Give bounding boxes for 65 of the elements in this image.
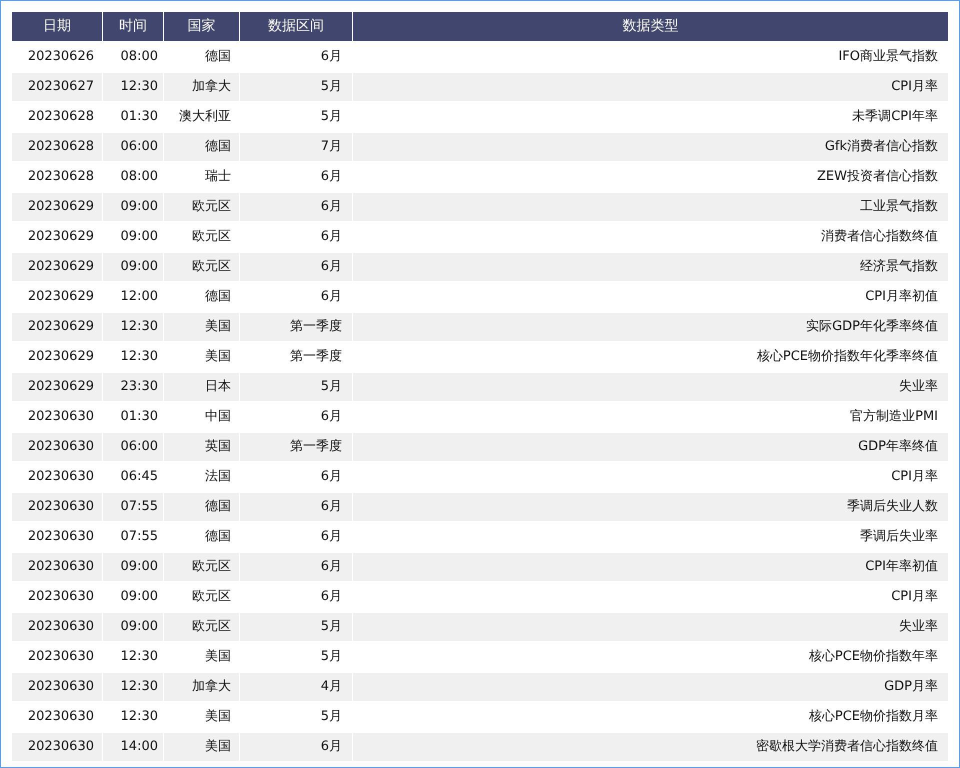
table-cell: 6月: [240, 493, 352, 521]
table-cell: 09:00: [103, 613, 163, 641]
table-cell: 20230630: [12, 673, 102, 701]
table-cell: 12:30: [103, 313, 163, 341]
table-cell: 美国: [164, 733, 239, 761]
table-cell: 20230629: [12, 253, 102, 281]
table-cell: 欧元区: [164, 253, 239, 281]
table-cell: 德国: [164, 493, 239, 521]
table-cell: 6月: [240, 553, 352, 581]
column-header: 国家: [164, 12, 239, 41]
table-cell: 20230630: [12, 553, 102, 581]
table-cell: 07:55: [103, 493, 163, 521]
table-cell: 20230629: [12, 373, 102, 401]
table-cell: 09:00: [103, 253, 163, 281]
table-cell: 20230630: [12, 433, 102, 461]
table-cell: GDP年率终值: [353, 433, 948, 461]
table-cell: 英国: [164, 433, 239, 461]
table-cell: 09:00: [103, 553, 163, 581]
table-cell: 7月: [240, 133, 352, 161]
table-cell: 工业景气指数: [353, 193, 948, 221]
table-cell: Gfk消费者信心指数: [353, 133, 948, 161]
table-cell: 第一季度: [240, 313, 352, 341]
table-cell: 20230629: [12, 193, 102, 221]
table-cell: 实际GDP年化季率终值: [353, 313, 948, 341]
table-cell: 失业率: [353, 373, 948, 401]
table-cell: 6月: [240, 733, 352, 761]
table-cell: 美国: [164, 313, 239, 341]
table-cell: 5月: [240, 373, 352, 401]
table-cell: 14:00: [103, 733, 163, 761]
table-cell: 欧元区: [164, 193, 239, 221]
table-cell: 季调后失业人数: [353, 493, 948, 521]
column-header: 日期: [12, 12, 102, 41]
table-cell: 20230627: [12, 73, 102, 101]
table-cell: 20230630: [12, 733, 102, 761]
table-cell: 5月: [240, 73, 352, 101]
table-cell: 密歇根大学消费者信心指数终值: [353, 733, 948, 761]
column-header: 数据区间: [240, 12, 352, 41]
table-cell: 12:30: [103, 73, 163, 101]
table-cell: 20230628: [12, 133, 102, 161]
table-cell: CPI月率: [353, 73, 948, 101]
table-cell: 6月: [240, 253, 352, 281]
table-cell: 加拿大: [164, 673, 239, 701]
table-cell: CPI年率初值: [353, 553, 948, 581]
table-cell: 09:00: [103, 193, 163, 221]
column-header: 时间: [103, 12, 163, 41]
table-cell: GDP月率: [353, 673, 948, 701]
table-cell: 经济景气指数: [353, 253, 948, 281]
table-cell: 20230629: [12, 313, 102, 341]
table-cell: 日本: [164, 373, 239, 401]
table-cell: 06:00: [103, 133, 163, 161]
table-cell: 欧元区: [164, 613, 239, 641]
table-cell: 20230630: [12, 493, 102, 521]
table-cell: 12:30: [103, 673, 163, 701]
column-header: 数据类型: [353, 12, 948, 41]
table-cell: 5月: [240, 613, 352, 641]
table-cell: 第一季度: [240, 433, 352, 461]
table-cell: 20230630: [12, 613, 102, 641]
table-cell: 23:30: [103, 373, 163, 401]
table-cell: 6月: [240, 193, 352, 221]
table-cell: 4月: [240, 673, 352, 701]
table-cell: 加拿大: [164, 73, 239, 101]
table-cell: 06:00: [103, 433, 163, 461]
table-cell: 失业率: [353, 613, 948, 641]
table-cell: 德国: [164, 133, 239, 161]
table-cell: 欧元区: [164, 553, 239, 581]
